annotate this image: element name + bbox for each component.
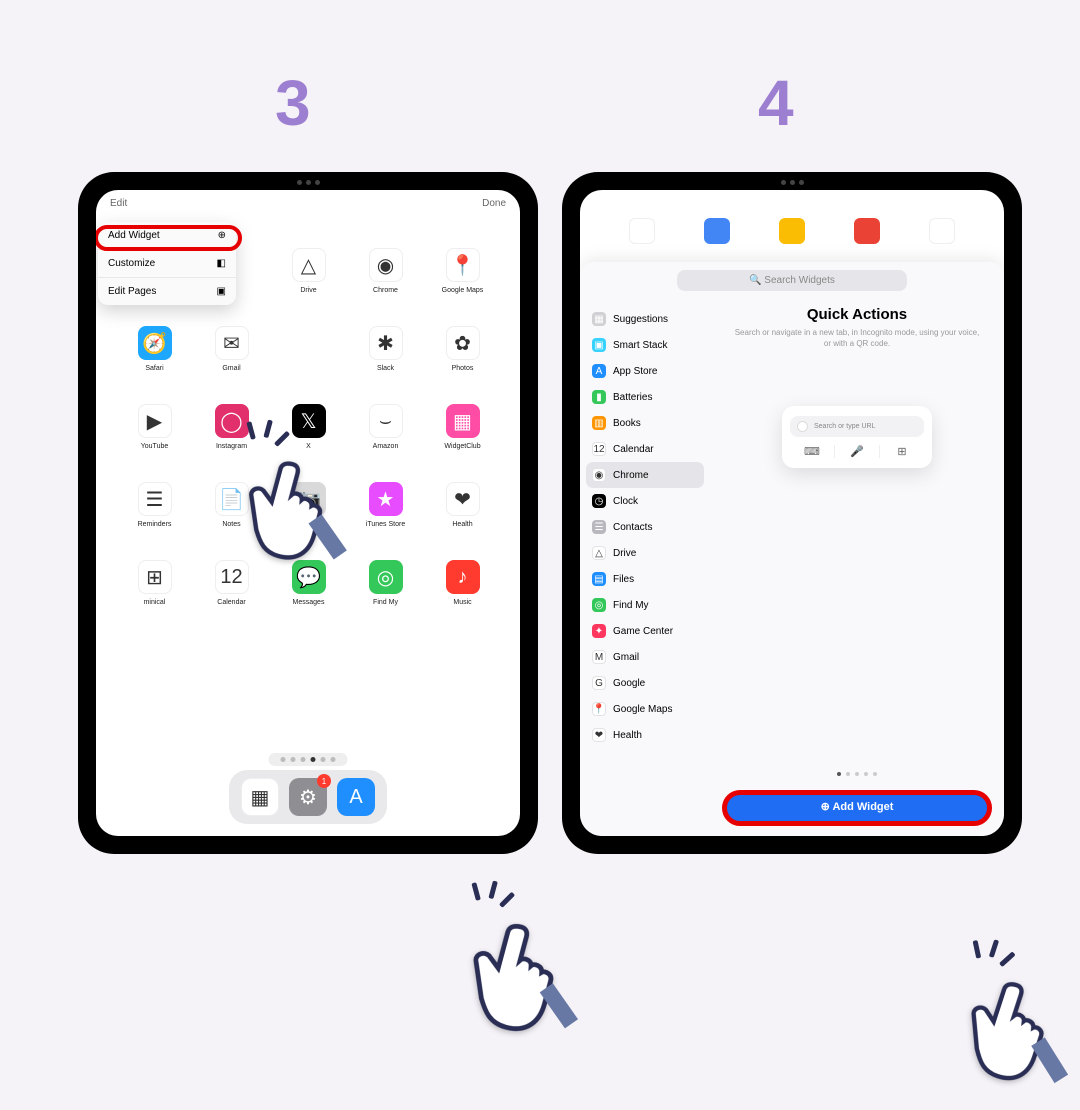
- sidebar-item-calendar[interactable]: 12Calendar: [580, 436, 710, 462]
- sidebar-item-google[interactable]: GGoogle: [580, 670, 710, 696]
- gmail-icon: M: [592, 650, 606, 664]
- sidebar-item-health[interactable]: ❤Health: [580, 722, 710, 748]
- dock-app-appstore[interactable]: A: [337, 778, 375, 816]
- edit-toolbar: Edit Done: [96, 190, 520, 217]
- suggestions-icon: ▦: [592, 312, 606, 326]
- bg-app-icon: [629, 218, 655, 244]
- widget-title: Quick Actions: [726, 306, 988, 323]
- sidebar-item-files[interactable]: ▤Files: [580, 566, 710, 592]
- sidebar-item-contacts[interactable]: ☰Contacts: [580, 514, 710, 540]
- customize-icon: ◧: [217, 258, 226, 269]
- widget-actions: ⌨ 🎤 ⊞: [790, 445, 924, 458]
- blurred-home: [580, 218, 1004, 244]
- sidebar-item-drive[interactable]: △Drive: [580, 540, 710, 566]
- dock-app-settings[interactable]: ⚙1: [289, 778, 327, 816]
- clock-icon: ◷: [592, 494, 606, 508]
- chrome-widget-preview[interactable]: Search or type URL ⌨ 🎤 ⊞: [782, 406, 932, 468]
- widget-source-list: ▦Suggestions▣Smart StackAApp Store▮Batte…: [580, 262, 710, 836]
- ipad-step-4: 🔍 Search Widgets ▦Suggestions▣Smart Stac…: [562, 172, 1022, 854]
- app-safari[interactable]: 🧭Safari: [116, 310, 193, 388]
- sidebar-item-find-my[interactable]: ◎Find My: [580, 592, 710, 618]
- dock: ▦ ⚙1 A: [229, 770, 387, 824]
- bg-app-icon: [929, 218, 955, 244]
- menu-edit-pages[interactable]: Edit Pages▣: [98, 278, 236, 305]
- widget-gallery-screen: 🔍 Search Widgets ▦Suggestions▣Smart Stac…: [580, 190, 1004, 836]
- dock-app-calculator[interactable]: ▦: [241, 778, 279, 816]
- drive-icon: △: [592, 546, 606, 560]
- books-icon: ▥: [592, 416, 606, 430]
- step-number-3: 3: [275, 66, 311, 140]
- smart-stack-icon: ▣: [592, 338, 606, 352]
- app-amazon[interactable]: ⌣Amazon: [347, 388, 424, 466]
- sidebar-item-game-center[interactable]: ✦Game Center: [580, 618, 710, 644]
- camera-notch: [278, 180, 338, 188]
- google-icon: G: [592, 676, 606, 690]
- done-button[interactable]: Done: [482, 198, 506, 209]
- sidebar-item-suggestions[interactable]: ▦Suggestions: [580, 306, 710, 332]
- app-health[interactable]: ❤Health: [424, 466, 501, 544]
- qr-icon: ⊞: [880, 445, 924, 458]
- calendar-icon: 12: [592, 442, 606, 456]
- highlight-ring: [722, 790, 992, 826]
- chrome-icon: ◉: [592, 468, 606, 482]
- app-minical[interactable]: ⊞minical: [116, 544, 193, 622]
- bg-app-icon: [854, 218, 880, 244]
- files-icon: ▤: [592, 572, 606, 586]
- sidebar-item-chrome[interactable]: ◉Chrome: [586, 462, 704, 488]
- app-reminders[interactable]: ☰Reminders: [116, 466, 193, 544]
- app-slack[interactable]: ✱Slack: [347, 310, 424, 388]
- bg-app-icon: [704, 218, 730, 244]
- contacts-icon: ☰: [592, 520, 606, 534]
- camera-notch: [762, 180, 822, 188]
- app-drive[interactable]: △Drive: [270, 232, 347, 310]
- menu-customize[interactable]: Customize◧: [98, 250, 236, 278]
- find-my-icon: ◎: [592, 598, 606, 612]
- game-center-icon: ✦: [592, 624, 606, 638]
- bg-app-icon: [779, 218, 805, 244]
- app-youtube[interactable]: ▶YouTube: [116, 388, 193, 466]
- widget-sheet: 🔍 Search Widgets ▦Suggestions▣Smart Stac…: [580, 262, 1004, 836]
- batteries-icon: ▮: [592, 390, 606, 404]
- sidebar-item-smart-stack[interactable]: ▣Smart Stack: [580, 332, 710, 358]
- health-icon: ❤: [592, 728, 606, 742]
- page-dots: [269, 753, 348, 766]
- app-photos[interactable]: ✿Photos: [424, 310, 501, 388]
- app-widgetclub[interactable]: ▦WidgetClub: [424, 388, 501, 466]
- app-chrome[interactable]: ◉Chrome: [347, 232, 424, 310]
- sidebar-item-google-maps[interactable]: 📍Google Maps: [580, 696, 710, 722]
- sidebar-item-clock[interactable]: ◷Clock: [580, 488, 710, 514]
- app-store-icon: A: [592, 364, 606, 378]
- step-number-4: 4: [758, 66, 794, 140]
- widget-pager: [710, 772, 1004, 776]
- sidebar-item-batteries[interactable]: ▮Batteries: [580, 384, 710, 410]
- app-gmail[interactable]: ✉Gmail: [193, 310, 270, 388]
- tap-cursor-icon: [448, 906, 596, 1058]
- app-blank: [270, 310, 347, 388]
- voice-icon: 🎤: [835, 445, 880, 458]
- widget-subtitle: Search or navigate in a new tab, in Inco…: [726, 328, 988, 350]
- tap-cursor-icon: [944, 964, 1080, 1107]
- incognito-icon: ⌨: [790, 445, 835, 458]
- sidebar-item-books[interactable]: ▥Books: [580, 410, 710, 436]
- pages-icon: ▣: [217, 286, 226, 297]
- app-music[interactable]: ♪Music: [424, 544, 501, 622]
- widget-preview-pane: Quick Actions Search or navigate in a ne…: [710, 262, 1004, 836]
- sidebar-item-gmail[interactable]: MGmail: [580, 644, 710, 670]
- widget-search-bar: Search or type URL: [790, 416, 924, 437]
- app-find-my[interactable]: ◎Find My: [347, 544, 424, 622]
- google-maps-icon: 📍: [592, 702, 606, 716]
- highlight-ring: [96, 225, 242, 251]
- edit-label[interactable]: Edit: [110, 198, 127, 209]
- chrome-icon: [797, 421, 808, 432]
- app-google-maps[interactable]: 📍Google Maps: [424, 232, 501, 310]
- badge: 1: [317, 774, 331, 788]
- sidebar-item-app-store[interactable]: AApp Store: [580, 358, 710, 384]
